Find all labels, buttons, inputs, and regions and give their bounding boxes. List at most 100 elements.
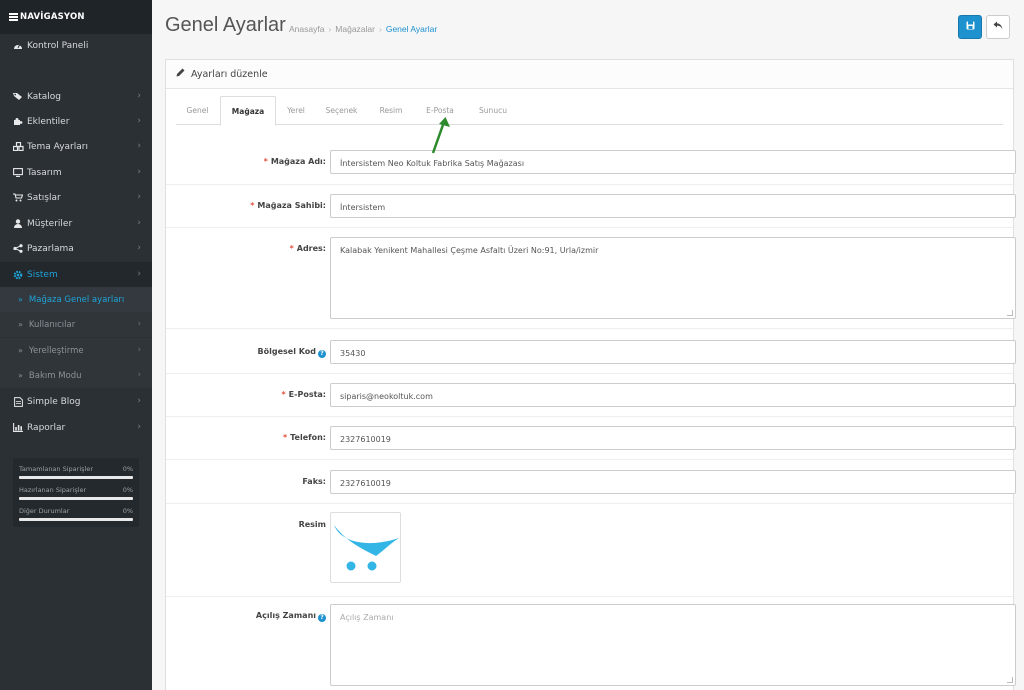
tab-store[interactable]: Mağaza (220, 96, 276, 126)
sidebar-item-label: Raporlar (27, 422, 66, 433)
menu-icon (9, 12, 18, 23)
tab-image[interactable]: Resim (371, 96, 411, 125)
phone-input[interactable]: 2327610019 (330, 426, 1016, 450)
breadcrumb-home[interactable]: Anasayfa (289, 24, 324, 34)
breadcrumb-stores[interactable]: Mağazalar (335, 24, 375, 34)
region-code-label: Bölgesel Kod? (166, 347, 326, 358)
stat-label: Diğer Durumlar (19, 507, 70, 515)
double-chevron-icon: » (18, 295, 23, 304)
settings-panel: Ayarları düzenle Genel Mağaza Yerel Seçe… (165, 59, 1016, 690)
divider (166, 227, 1015, 228)
sidebar-subitem-localisation[interactable]: » Yerelleştirme › (0, 338, 152, 363)
chevron-right-icon: › (137, 141, 141, 151)
chevron-right-icon: › (137, 167, 141, 177)
navigation-title: NAVİGASYON (20, 12, 85, 22)
sidebar-subitem-maintenance[interactable]: » Bakım Modu › (0, 363, 152, 388)
sidebar-item-label: Katalog (27, 91, 62, 102)
sidebar-item-dashboard[interactable]: Kontrol Paneli (0, 33, 152, 58)
store-name-label: * Mağaza Adı: (263, 157, 326, 166)
tags-icon (12, 92, 24, 102)
question-circle-icon[interactable]: ? (318, 350, 326, 358)
label-text: Açılış Zamanı (255, 611, 316, 620)
cubes-icon (12, 142, 24, 152)
tab-general[interactable]: Genel (178, 96, 217, 125)
page-header: Genel Ayarlar Anasayfa › Mağazalar › Genel A… (152, 0, 1024, 56)
sidebar-item-marketing[interactable]: Pazarlama › (0, 236, 152, 261)
share-icon (12, 244, 24, 254)
back-button[interactable] (986, 15, 1010, 39)
breadcrumb-current[interactable]: Genel Ayarlar (386, 24, 437, 34)
tab-label: Mağaza (231, 106, 265, 116)
tab-server[interactable]: Sunucu (469, 96, 517, 125)
save-button[interactable] (958, 15, 982, 39)
cart-icon (12, 193, 24, 203)
puzzle-icon (12, 117, 24, 127)
sidebar-subitem-label: Kullanıcılar (28, 319, 76, 330)
label-text: E-Posta: (288, 390, 326, 399)
fax-input[interactable]: 2327610019 (330, 470, 1016, 494)
question-circle-icon[interactable]: ? (318, 614, 326, 622)
user-icon (12, 219, 24, 229)
sidebar-item-sales[interactable]: Satışlar › (0, 185, 152, 210)
opening-hours-textarea[interactable]: Açılış Zamanı (330, 604, 1016, 686)
sidebar-item-theme-settings[interactable]: Tema Ayarları › (0, 134, 152, 159)
main-content: Genel Ayarlar Anasayfa › Mağazalar › Genel A… (152, 0, 1024, 690)
store-logo-thumbnail[interactable] (330, 512, 401, 583)
chevron-right-icon: › (137, 192, 141, 202)
region-code-input[interactable]: 35430 (330, 340, 1016, 364)
double-chevron-icon: » (18, 371, 23, 380)
sidebar-item-extensions[interactable]: Eklentiler › (0, 109, 152, 134)
tab-label: E-Posta (426, 106, 454, 115)
email-input[interactable]: siparis@neokoltuk.com (330, 383, 1016, 407)
sidebar-item-catalog[interactable]: Katalog › (0, 84, 152, 109)
navigation-header: NAVİGASYON (0, 0, 152, 34)
chevron-right-icon: › (137, 243, 141, 253)
sidebar-item-label: Eklentiler (27, 116, 70, 127)
sidebar-item-simple-blog[interactable]: Simple Blog › (0, 389, 152, 414)
panel-heading: Ayarları düzenle (166, 60, 1013, 89)
chevron-right-icon: › (137, 396, 141, 406)
progress-bar (19, 518, 133, 521)
label-text: Resim (298, 520, 326, 529)
tab-option[interactable]: Seçenek (315, 96, 368, 125)
sidebar-item-label: Pazarlama (27, 243, 74, 254)
tab-label: Resim (379, 106, 403, 115)
bar-chart-icon (12, 423, 24, 433)
store-owner-input[interactable]: İntersistem (330, 194, 1016, 218)
chevron-right-icon: › (137, 116, 141, 126)
opening-hours-placeholder: Açılış Zamanı (340, 613, 394, 622)
tab-local[interactable]: Yerel (279, 96, 313, 125)
sidebar-subitem-label: Yerelleştirme (28, 345, 84, 356)
sidebar-item-customers[interactable]: Müşteriler › (0, 211, 152, 236)
label-text: Telefon: (290, 433, 326, 442)
label-text: Mağaza Sahibi: (257, 201, 326, 210)
stat-label: Tamamlanan Siparişler (19, 465, 93, 473)
address-textarea[interactable]: Kalabak Yenikent Mahallesi Çeşme Asfaltı… (330, 237, 1016, 319)
divider (166, 328, 1015, 329)
breadcrumb-separator: › (378, 24, 382, 34)
sidebar-item-label: Müşteriler (27, 218, 73, 229)
annotation-arrow-icon (431, 117, 450, 154)
opencart-logo-icon (334, 525, 399, 571)
progress-bar (19, 476, 133, 479)
sidebar-subitem-users[interactable]: » Kullanıcılar › (0, 312, 152, 337)
resize-handle[interactable] (1007, 677, 1013, 683)
sidebar-item-label: Tasarım (27, 167, 62, 178)
sidebar-item-reports[interactable]: Raporlar › (0, 415, 152, 440)
email-label: * E-Posta: (281, 390, 326, 399)
sidebar-item-system[interactable]: Sistem › (0, 262, 152, 287)
stat-value: 0% (122, 486, 133, 494)
tab-label: Yerel (287, 106, 305, 115)
chevron-right-icon: › (137, 269, 141, 279)
sidebar: NAVİGASYON Kontrol Paneli Katalog › Ekle… (0, 0, 152, 690)
sidebar-item-design[interactable]: Tasarım › (0, 160, 152, 185)
fax-label: Faks: (166, 477, 326, 486)
floppy-disk-icon (966, 21, 975, 33)
label-text: Faks: (302, 477, 326, 486)
sidebar-subitem-label: Mağaza Genel ayarları (28, 294, 125, 305)
divider (166, 373, 1015, 374)
resize-handle[interactable] (1007, 310, 1013, 316)
document-icon (12, 396, 24, 407)
tab-bar: Genel Mağaza Yerel Seçenek Resim E-Posta… (176, 96, 1003, 126)
sidebar-subitem-store-settings[interactable]: » Mağaza Genel ayarları (0, 287, 152, 312)
